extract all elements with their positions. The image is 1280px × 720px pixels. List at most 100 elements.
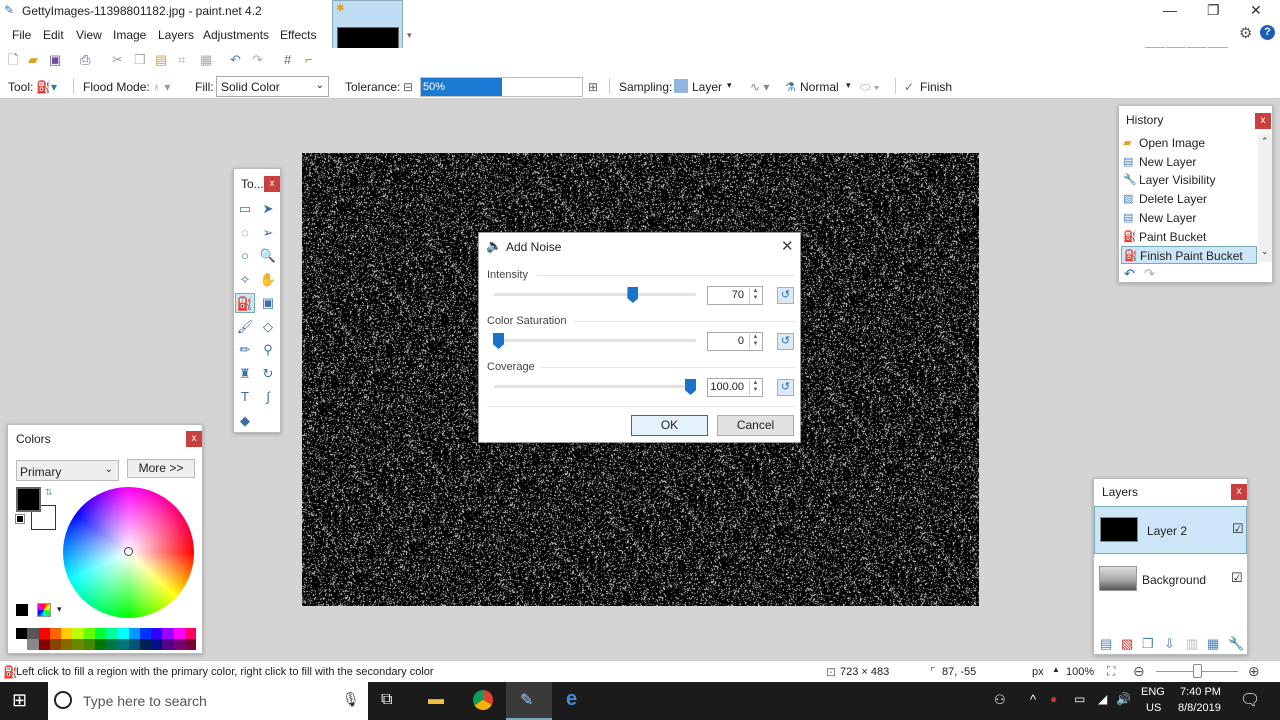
cut-icon[interactable]: ✂ — [112, 52, 123, 68]
palette-swatch[interactable] — [61, 639, 73, 650]
palette-swatch[interactable] — [83, 628, 95, 639]
palette-swatch[interactable] — [151, 628, 163, 639]
reset-colors-icon[interactable] — [15, 514, 25, 524]
palette-swatch[interactable] — [72, 639, 84, 650]
palette-swatch[interactable] — [61, 628, 73, 639]
cancel-button[interactable]: Cancel — [717, 415, 794, 436]
pan-tool-icon[interactable]: ✋ — [258, 270, 278, 290]
history-redo-icon[interactable]: ↷ — [1144, 266, 1155, 282]
text-tool-icon[interactable]: T — [235, 387, 255, 407]
gradient-tool-icon[interactable]: ▣ — [258, 293, 278, 313]
copy-icon[interactable]: ❐ — [134, 52, 146, 68]
deselect-icon[interactable]: ▦ — [200, 52, 212, 68]
volume-icon[interactable]: 🔊 — [1116, 692, 1131, 706]
color-saturation-slider[interactable] — [493, 333, 696, 349]
sampling-dropdown-icon[interactable]: ▾ — [727, 80, 732, 91]
zoom-to-window-icon[interactable]: ⛶ — [1107, 664, 1115, 679]
palette-swatch[interactable] — [173, 628, 185, 639]
palette-swatch[interactable] — [106, 639, 118, 650]
antialiasing-icon[interactable]: ∿ ▾ — [750, 80, 769, 94]
units-dropdown-icon[interactable]: ▲ — [1052, 665, 1060, 674]
layer-properties-wrench-icon[interactable]: 🔧 — [1228, 636, 1244, 652]
palette-swatch[interactable] — [72, 628, 84, 639]
finish-button[interactable]: Finish — [920, 80, 952, 94]
palette-swatch[interactable] — [49, 639, 61, 650]
ruler-icon[interactable]: ⌐ — [305, 52, 313, 68]
restore-button[interactable]: ❐ — [1207, 2, 1220, 19]
color-saturation-input[interactable]: 0 ▲ ▼ — [707, 332, 763, 351]
color-saturation-reset-button[interactable]: ↺ — [777, 333, 794, 350]
palette-swatch[interactable] — [128, 639, 140, 650]
intensity-slider-thumb[interactable] — [627, 287, 639, 303]
selection-clipping-icon[interactable]: ⬭ ▾ — [860, 80, 879, 95]
zoom-tool-icon[interactable]: 🔍 — [258, 246, 278, 266]
minimize-button[interactable]: — — [1163, 2, 1177, 18]
history-item[interactable]: ▧ Delete Layer — [1121, 190, 1257, 208]
palette-swatch[interactable] — [94, 639, 106, 650]
redo-icon[interactable]: ↷ — [252, 52, 263, 68]
history-undo-icon[interactable]: ↶ — [1124, 266, 1135, 282]
open-file-icon[interactable]: ▰ — [28, 52, 38, 68]
layer-row-layer-2[interactable]: Layer 2 ☑ — [1094, 506, 1247, 554]
tolerance-decrease-button[interactable]: ⊟ — [403, 80, 413, 94]
palette-swatch[interactable] — [106, 628, 118, 639]
color-saturation-spinner[interactable]: ▲ ▼ — [749, 334, 761, 349]
palette-swatch[interactable] — [27, 628, 39, 639]
ellipse-select-tool-icon[interactable]: ○ — [235, 246, 255, 266]
flood-mode-dropdown[interactable]: ♁ ▾ — [152, 80, 170, 94]
action-center-icon[interactable]: 🗨 — [1240, 690, 1260, 710]
zoom-out-icon[interactable]: ⊖ — [1133, 663, 1145, 680]
dialog-close-button[interactable]: ✕ — [781, 237, 794, 255]
intensity-spinner[interactable]: ▲ ▼ — [749, 288, 761, 303]
history-item[interactable]: ▰ Open Image — [1121, 134, 1257, 152]
undo-icon[interactable]: ↶ — [230, 52, 241, 68]
move-selection-tool-icon[interactable]: ➤ — [258, 199, 278, 219]
move-selected-tool-icon[interactable]: ➢ — [258, 223, 278, 243]
history-item[interactable]: ⛽ Finish Paint Bucket — [1121, 246, 1257, 265]
paint-bucket-tool-icon[interactable]: ⛽ — [235, 293, 255, 313]
units-selector[interactable]: px — [1032, 666, 1044, 678]
palette-swatch[interactable] — [162, 639, 174, 650]
primary-color-swatch[interactable] — [16, 487, 41, 512]
menu-view[interactable]: View — [76, 28, 102, 42]
palette-swatch[interactable] — [38, 628, 50, 639]
coverage-reset-button[interactable]: ↺ — [777, 379, 794, 396]
color-saturation-slider-thumb[interactable] — [493, 333, 504, 349]
menu-image[interactable]: Image — [113, 28, 146, 42]
more-colors-button[interactable]: More >> — [127, 459, 195, 478]
palette-swatch[interactable] — [184, 628, 196, 639]
paste-icon[interactable]: ▤ — [155, 52, 167, 68]
intensity-reset-button[interactable]: ↺ — [777, 287, 794, 304]
sampling-value[interactable]: Layer — [692, 80, 722, 94]
tabs-dropdown-icon[interactable]: ▾ — [407, 30, 412, 41]
palette-swatch[interactable] — [128, 628, 140, 639]
blend-mode-dropdown-icon[interactable]: ▾ — [846, 80, 851, 91]
taskbar-search-box[interactable]: Type here to search 🎙 — [48, 682, 368, 720]
new-file-icon[interactable]: 🗋 — [8, 52, 18, 68]
task-view-icon[interactable]: ⧉ — [381, 691, 392, 709]
chrome-icon[interactable] — [473, 690, 493, 710]
print-icon[interactable]: ⎙ — [80, 52, 90, 68]
layers-panel-close-button[interactable]: x — [1231, 484, 1247, 500]
grid-icon[interactable]: # — [284, 52, 291, 68]
menu-effects[interactable]: Effects — [280, 28, 316, 42]
layer-row-background[interactable]: Background ☑ — [1094, 555, 1247, 603]
file-explorer-icon[interactable]: ▬ — [428, 691, 444, 709]
intensity-input[interactable]: 70 ▲ ▼ — [707, 286, 763, 305]
history-scrollbar[interactable]: ⌃ ⌄ — [1258, 134, 1272, 262]
palette-swatch[interactable] — [16, 639, 28, 650]
palette-icon[interactable] — [37, 603, 51, 617]
palette-swatch[interactable] — [184, 639, 196, 650]
settings-gear-icon[interactable]: ⚙ — [1239, 24, 1252, 42]
color-mode-dropdown[interactable]: Primary ⌄ — [16, 460, 119, 481]
palette-swatch[interactable] — [173, 639, 185, 650]
shapes-tool-icon[interactable]: ◆ — [235, 411, 255, 431]
zoom-in-icon[interactable]: ⊕ — [1248, 663, 1260, 680]
paintnet-taskbar-button[interactable]: ✎ — [506, 682, 552, 720]
magic-wand-tool-icon[interactable]: ✧ — [235, 270, 255, 290]
coverage-slider-thumb[interactable] — [685, 379, 696, 395]
recolor-tool-icon[interactable]: ↻ — [258, 364, 278, 384]
merge-layer-down-icon[interactable]: ⇩ — [1164, 636, 1175, 652]
history-item[interactable]: ⛽ Paint Bucket — [1121, 228, 1257, 246]
palette-swatch[interactable] — [49, 628, 61, 639]
